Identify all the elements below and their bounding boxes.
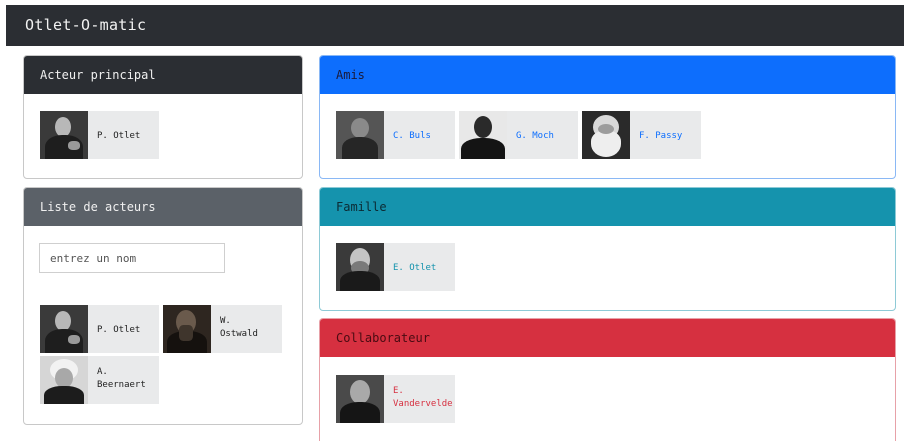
collaborateur-card: Collaborateur E. Vandervelde [319,318,896,441]
person-chip[interactable]: E. Otlet [336,243,455,291]
app-title[interactable]: Otlet-O-matic [25,16,146,34]
person-chip[interactable]: W. Ostwald [163,305,282,353]
person-chip[interactable]: A. Beernaert [40,356,159,404]
portrait-photo [459,111,507,159]
actor-list-header: Liste de acteurs [24,188,302,226]
portrait-photo [163,305,211,353]
famille-card: Famille E. Otlet [319,187,896,311]
person-name: W. Ostwald [220,316,258,339]
person-name: P. Otlet [97,324,141,335]
top-navbar: Otlet-O-matic [6,5,904,46]
portrait-photo [336,243,384,291]
actor-list-card: Liste de acteurs P. Otlet W. Ostwald A. … [23,187,303,425]
portrait-photo [336,111,384,159]
person-name: P. Otlet [97,130,141,141]
person-name: G. Moch [516,130,554,141]
person-chip[interactable]: E. Vandervelde [336,375,455,423]
person-name: A. Beernaert [97,367,146,390]
person-chip[interactable]: F. Passy [582,111,701,159]
person-name: E. Vandervelde [393,386,453,409]
person-name: C. Buls [393,130,431,141]
person-name: E. Otlet [393,262,437,273]
person-chip[interactable]: P. Otlet [40,305,159,353]
person-name: F. Passy [639,130,683,141]
main-actor-card: Acteur principal P. Otlet [23,55,303,179]
person-chip[interactable]: C. Buls [336,111,455,159]
portrait-photo [40,305,88,353]
famille-header: Famille [320,188,895,226]
amis-card: Amis C. Buls G. Moch F. Passy [319,55,896,179]
portrait-photo [336,375,384,423]
portrait-photo [40,111,88,159]
portrait-photo [40,356,88,404]
amis-header: Amis [320,56,895,94]
person-chip[interactable]: G. Moch [459,111,578,159]
collaborateur-header: Collaborateur [320,319,895,357]
portrait-photo [582,111,630,159]
search-input[interactable] [39,243,225,273]
person-chip[interactable]: P. Otlet [40,111,159,159]
main-actor-header: Acteur principal [24,56,302,94]
